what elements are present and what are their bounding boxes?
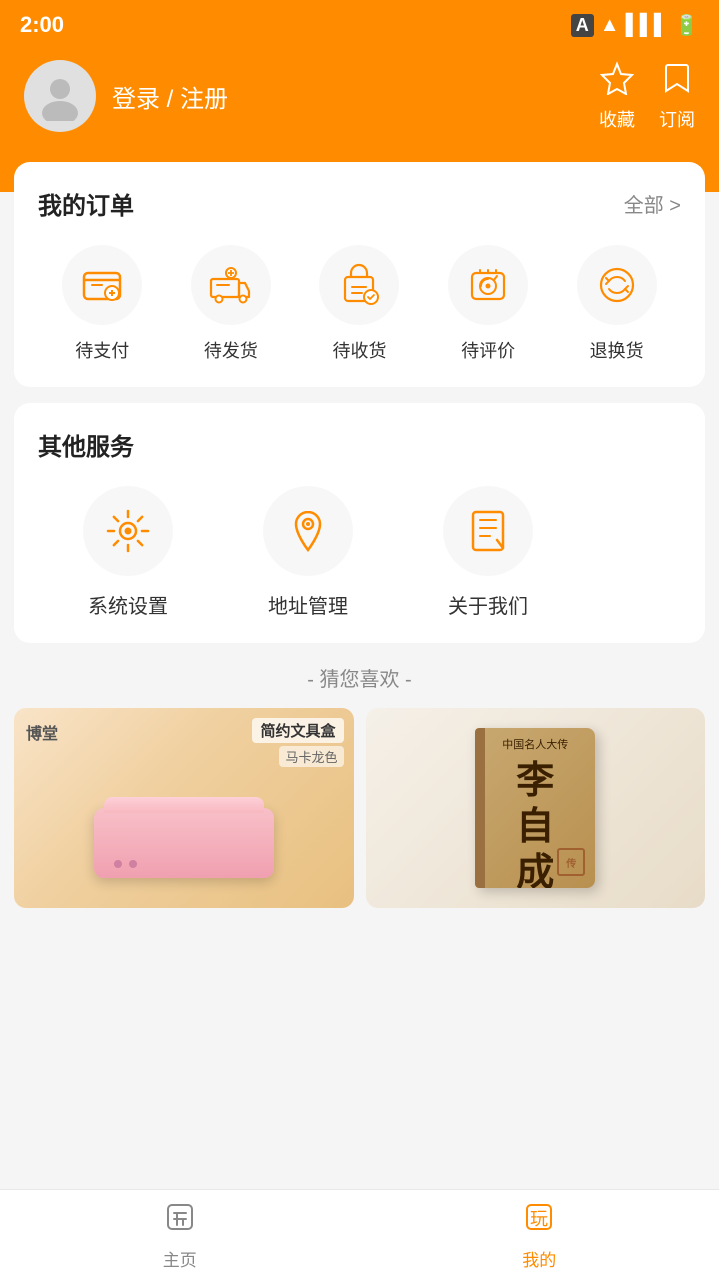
pending-payment-label: 待支付 [75, 337, 129, 363]
pending-payment-icon-circle [62, 245, 142, 325]
pending-review-icon [466, 263, 510, 307]
favorite-button[interactable]: 收藏 [599, 61, 635, 132]
book-series: 中国名人大传 [502, 738, 568, 753]
main-content: 我的订单 全部 > 待支付 [0, 162, 719, 643]
order-item-pending-ship[interactable]: 待发货 [167, 245, 296, 363]
order-item-pending-receive[interactable]: 待收货 [295, 245, 424, 363]
nav-item-home[interactable]: 主页 [0, 1199, 360, 1271]
product-name: 简约文具盒 [252, 718, 343, 743]
subscribe-button[interactable]: 订阅 [659, 61, 695, 132]
pending-review-label: 待评价 [461, 337, 515, 363]
recommendations-title: - 猜您喜欢 - [0, 663, 719, 692]
star-icon [600, 61, 634, 100]
status-time: 2:00 [20, 12, 64, 38]
mine-nav-icon: 玩 [521, 1199, 557, 1240]
service-icons-row: 系统设置 地址管理 [38, 486, 681, 619]
order-item-pending-payment[interactable]: 待支付 [38, 245, 167, 363]
recommendations-grid: 博堂 简约文具盒 马卡龙色 中国名人大传 李 [14, 708, 705, 908]
orders-card-header: 我的订单 全部 > [38, 186, 681, 221]
product-book-li-zicheng[interactable]: 中国名人大传 李 自 成 传 [366, 708, 706, 908]
address-management-icon [283, 506, 333, 556]
battery-icon: 🔋 [674, 13, 699, 38]
orders-title: 我的订单 [38, 186, 134, 221]
product-color: 马卡龙色 [279, 746, 343, 767]
status-bar: 2:00 A ▲ ▌▌▌ 🔋 [0, 0, 719, 50]
favorite-label: 收藏 [599, 106, 635, 132]
other-services-card: 其他服务 系统设置 [14, 403, 705, 643]
home-nav-icon [162, 1199, 198, 1240]
my-orders-card: 我的订单 全部 > 待支付 [14, 162, 705, 387]
pending-receive-label: 待收货 [332, 337, 386, 363]
svg-text:玩: 玩 [530, 1209, 548, 1229]
subscribe-label: 订阅 [659, 106, 695, 132]
bottom-nav: 主页 玩 我的 [0, 1189, 719, 1279]
book-title: 李 自 成 [516, 759, 554, 888]
notification-icon: A [571, 14, 594, 37]
about-us-icon [463, 506, 513, 556]
system-settings-icon [103, 506, 153, 556]
book-seal: 传 [557, 848, 585, 876]
about-us-label: 关于我们 [448, 590, 528, 619]
pending-ship-icon-circle [191, 245, 271, 325]
service-item-address-management[interactable]: 地址管理 [218, 486, 398, 619]
book-spine [475, 728, 485, 888]
orders-icons-row: 待支付 待发货 [38, 245, 681, 363]
pending-payment-icon [80, 263, 124, 307]
return-exchange-label: 退换货 [590, 337, 644, 363]
order-item-pending-review[interactable]: 待评价 [424, 245, 553, 363]
service-item-system-settings[interactable]: 系统设置 [38, 486, 218, 619]
home-nav-label: 主页 [163, 1246, 197, 1271]
mine-nav-label: 我的 [522, 1246, 556, 1271]
pencil-box-visual [94, 788, 274, 878]
product-brand-tag: 博堂 [26, 720, 58, 744]
address-management-label: 地址管理 [268, 590, 348, 619]
address-management-icon-circle [263, 486, 353, 576]
orders-more-button[interactable]: 全部 > [624, 189, 681, 218]
nav-item-mine[interactable]: 玩 我的 [360, 1199, 719, 1271]
avatar-icon [35, 71, 85, 121]
header-right: 收藏 订阅 [599, 61, 695, 132]
about-us-icon-circle [443, 486, 533, 576]
order-item-return-exchange[interactable]: 退换货 [552, 245, 681, 363]
status-icons: A ▲ ▌▌▌ 🔋 [571, 13, 699, 38]
pending-review-icon-circle [448, 245, 528, 325]
avatar[interactable] [24, 60, 96, 132]
return-exchange-icon [595, 263, 639, 307]
pending-receive-icon [337, 263, 381, 307]
system-settings-icon-circle [83, 486, 173, 576]
pending-receive-icon-circle [319, 245, 399, 325]
services-card-header: 其他服务 [38, 427, 681, 462]
system-settings-label: 系统设置 [88, 590, 168, 619]
pending-ship-label: 待发货 [204, 337, 258, 363]
return-exchange-icon-circle [577, 245, 657, 325]
pending-ship-icon [209, 263, 253, 307]
login-register-text[interactable]: 登录 / 注册 [112, 79, 228, 114]
product-pencil-box[interactable]: 博堂 简约文具盒 马卡龙色 [14, 708, 354, 908]
services-title: 其他服务 [38, 427, 134, 462]
recommendations-section: - 猜您喜欢 - 博堂 简约文具盒 马卡龙色 中国名人大传 [0, 663, 719, 908]
header-left: 登录 / 注册 [24, 60, 228, 132]
service-item-about-us[interactable]: 关于我们 [398, 486, 578, 619]
wifi-icon: ▲ [600, 14, 620, 37]
book-visual: 中国名人大传 李 自 成 传 [475, 728, 595, 888]
bookmark-icon [660, 61, 694, 100]
signal-icon: ▌▌▌ [626, 14, 669, 37]
